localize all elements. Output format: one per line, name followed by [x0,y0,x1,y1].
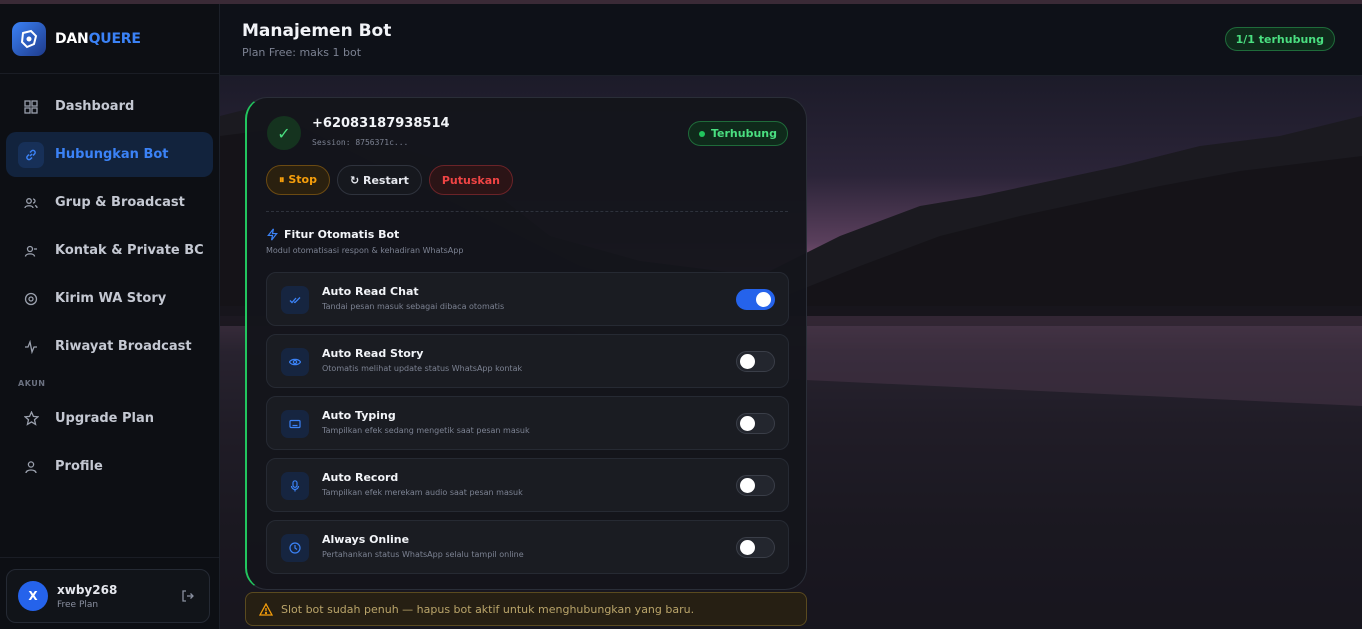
sidebar: DANQUERE Dashboard Hubungkan Bot Grup & … [0,4,220,629]
auto-record-toggle[interactable] [736,475,775,496]
user-icon [18,454,44,480]
sidebar-item-kirim-wa-story[interactable]: Kirim WA Story [6,276,213,321]
warning-icon [259,602,273,616]
clock-icon [281,534,309,562]
sidebar-item-dashboard[interactable]: Dashboard [6,84,213,129]
auto-read-chat-toggle[interactable] [736,289,775,310]
toggle-knob [740,354,755,369]
sidebar-item-profile[interactable]: Profile [6,444,213,489]
bot-action-buttons: ⏸ Stop ↻ Restart Putuskan [266,165,513,195]
sidebar-item-label: Riwayat Broadcast [55,339,192,354]
keyboard-icon [281,410,309,438]
user-icon [18,238,44,264]
page-title: Manajemen Bot [242,21,392,41]
status-badge: Terhubung [688,121,788,146]
toggle-knob [740,478,755,493]
page-header: Manajemen Bot Plan Free: maks 1 bot 1/1 … [220,4,1362,76]
feature-name: Auto Read Story [322,347,424,360]
brand-name-part-1: DAN [55,30,89,47]
user-card[interactable]: X xwby268 Free Plan [6,569,210,623]
feature-row-auto-read-chat: Auto Read Chat Tandai pesan masuk sebaga… [266,272,789,326]
toggle-knob [740,416,755,431]
feature-description: Tampilkan efek sedang mengetik saat pesa… [322,426,530,435]
link-icon [18,141,44,168]
avatar: X [18,581,48,611]
feature-row-auto-read-story: Auto Read Story Otomatis melihat update … [266,334,789,388]
page-subtitle: Plan Free: maks 1 bot [242,46,362,59]
connection-count-badge: 1/1 terhubung [1224,27,1335,51]
features-subtitle: Modul otomatisasi respon & kehadiran Wha… [266,246,464,255]
features-title: Fitur Otomatis Bot [266,228,399,241]
double-check-icon [281,286,309,314]
feature-description: Otomatis melihat update status WhatsApp … [322,364,523,373]
auto-read-story-toggle[interactable] [736,351,775,372]
warning-text: Slot bot sudah penuh — hapus bot aktif u… [281,602,695,616]
section-label-akun: AKUN [18,379,46,388]
stop-button[interactable]: ⏸ Stop [266,165,330,195]
activity-icon [18,334,44,360]
auto-typing-toggle[interactable] [736,413,775,434]
feature-name: Auto Record [322,471,399,484]
star-icon [18,406,44,432]
sidebar-item-grup-broadcast[interactable]: Grup & Broadcast [6,180,213,225]
users-icon [18,190,44,216]
check-icon: ✓ [267,116,301,150]
logout-icon[interactable] [181,588,195,607]
sidebar-nav: Dashboard Hubungkan Bot Grup & Broadcast… [0,74,219,502]
sidebar-item-label: Dashboard [55,99,135,114]
divider [266,211,788,212]
lightning-icon [267,228,278,241]
toggle-knob [756,292,771,307]
user-name: xwby268 [57,582,118,597]
sidebar-item-label: Kirim WA Story [55,291,167,306]
eye-icon [281,348,309,376]
grid-icon [18,94,44,120]
sidebar-item-riwayat-broadcast[interactable]: Riwayat Broadcast [6,324,213,369]
logo-icon [12,21,46,56]
mic-icon [281,472,309,500]
story-icon [18,286,44,312]
brand-name-part-2: QUERE [88,30,141,47]
feature-name: Always Online [322,533,410,546]
feature-description: Tampilkan efek merekam audio saat pesan … [322,488,523,497]
bot-phone-number: +62083187938514 [312,116,450,131]
feature-name: Auto Typing [322,409,396,422]
sidebar-item-hubungkan-bot[interactable]: Hubungkan Bot [6,132,213,177]
sidebar-item-label: Kontak & Private BC [55,243,204,258]
feature-row-auto-typing: Auto Typing Tampilkan efek sedang menget… [266,396,789,450]
feature-name: Auto Read Chat [322,285,419,298]
sidebar-item-label: Grup & Broadcast [55,195,185,210]
feature-row-auto-record: Auto Record Tampilkan efek merekam audio… [266,458,789,512]
brand[interactable]: DANQUERE [0,4,219,74]
feature-description: Pertahankan status WhatsApp selalu tampi… [322,550,524,559]
sidebar-item-label: Hubungkan Bot [55,147,169,162]
feature-description: Tandai pesan masuk sebagai dibaca otomat… [322,302,505,311]
user-plan: Free Plan [57,599,99,610]
sidebar-item-label: Upgrade Plan [55,411,155,426]
restart-button[interactable]: ↻ Restart [336,165,422,195]
status-dot-icon [699,130,705,137]
sidebar-item-label: Profile [55,459,103,474]
bot-session-id: Session: 8756371c... [312,138,409,147]
bot-card: ✓ +62083187938514 Session: 8756371c... T… [245,97,807,590]
slot-full-warning: Slot bot sudah penuh — hapus bot aktif u… [245,592,807,626]
always-online-toggle[interactable] [736,537,775,558]
brand-name: DANQUERE [55,31,141,47]
sidebar-divider [0,557,219,558]
features-title-label: Fitur Otomatis Bot [284,228,400,241]
status-label: Terhubung [711,127,777,140]
disconnect-button[interactable]: Putuskan [428,165,513,195]
sidebar-item-upgrade-plan[interactable]: Upgrade Plan [6,396,213,441]
sidebar-item-kontak-private-bc[interactable]: Kontak & Private BC [6,228,213,273]
toggle-knob [740,540,755,555]
feature-row-always-online: Always Online Pertahankan status WhatsAp… [266,520,789,574]
